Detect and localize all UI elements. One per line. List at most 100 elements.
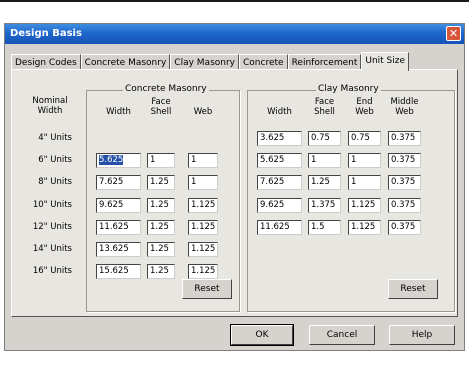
concrete-value-field[interactable]: 1.125 [188, 220, 218, 235]
clay-value-field[interactable]: 1 [348, 175, 381, 190]
close-icon[interactable]: ✕ [446, 26, 461, 41]
concrete-value-field[interactable]: 5.625 [96, 153, 141, 168]
concrete-value-field[interactable]: 1.25 [147, 198, 175, 213]
clay-value-field[interactable]: 11.625 [257, 220, 302, 235]
clay-value-field[interactable]: 1 [308, 153, 341, 168]
concrete-value-field[interactable]: 13.625 [96, 242, 141, 257]
tab-unit-size[interactable]: Unit Size [361, 52, 410, 71]
cancel-button[interactable]: Cancel [309, 325, 375, 345]
clay-value-field[interactable]: 0.375 [388, 153, 421, 168]
clay-value-field[interactable]: 0.375 [388, 198, 421, 213]
clay-value-field[interactable]: 7.625 [257, 175, 302, 190]
clay-column-header: Face Shell [314, 97, 335, 117]
nominal-width-header: Nominal Width [32, 96, 68, 116]
field-value: 1.125 [351, 200, 376, 210]
field-value: 1.25 [150, 244, 169, 254]
clay-value-field[interactable]: 1 [348, 153, 381, 168]
field-value: 1.25 [150, 177, 169, 187]
field-value: 1.5 [311, 222, 325, 232]
clay-reset-button[interactable]: Reset [388, 279, 438, 299]
clay-value-field[interactable]: 1.125 [348, 220, 381, 235]
field-value: 1.125 [191, 200, 216, 210]
concrete-column-header: Web [193, 107, 213, 117]
field-value: 1 [191, 155, 197, 165]
row-label: 16" Units [32, 266, 72, 276]
clay-column-header: Width [267, 107, 292, 117]
concrete-value-field[interactable]: 9.625 [96, 198, 141, 213]
field-value: 7.625 [260, 177, 285, 187]
ok-button[interactable]: OK [230, 324, 294, 346]
field-value: 0.375 [391, 200, 416, 210]
concrete-value-field[interactable]: 1.25 [147, 220, 175, 235]
concrete-value-field[interactable]: 15.625 [96, 264, 141, 279]
clay-value-field[interactable]: 1.25 [308, 175, 341, 190]
concrete-value-field[interactable]: 1.25 [147, 175, 175, 190]
help-button[interactable]: Help [389, 325, 455, 345]
concrete-value-field[interactable]: 11.625 [96, 220, 141, 235]
field-value: 9.625 [99, 200, 124, 210]
field-value: 1.125 [351, 222, 376, 232]
clay-value-field[interactable]: 1.125 [348, 198, 381, 213]
field-value: 1 [351, 155, 357, 165]
field-value: 1 [351, 177, 357, 187]
row-label: 14" Units [32, 244, 72, 254]
clay-value-field[interactable]: 9.625 [257, 198, 302, 213]
row-label: 10" Units [32, 200, 72, 210]
concrete-value-field[interactable]: 1 [147, 153, 175, 168]
row-label: 8" Units [38, 177, 72, 187]
concrete-value-field[interactable]: 7.625 [96, 175, 141, 190]
clay-value-field[interactable]: 0.75 [308, 131, 341, 146]
field-value: 1.25 [150, 222, 169, 232]
concrete-masonry-title: Concrete Masonry [123, 84, 209, 94]
field-value: 13.625 [99, 244, 129, 254]
concrete-reset-button[interactable]: Reset [182, 279, 232, 299]
title-bar[interactable]: Design Basis ✕ [5, 24, 464, 44]
field-value: 7.625 [99, 177, 124, 187]
clay-value-field[interactable]: 5.625 [257, 153, 302, 168]
field-value: 1.25 [150, 200, 169, 210]
concrete-column-header: Face Shell [150, 97, 172, 117]
window-title: Design Basis [10, 28, 82, 39]
concrete-value-field[interactable]: 1 [188, 153, 218, 168]
clay-value-field[interactable]: 1.5 [308, 220, 341, 235]
field-value: 5.625 [99, 155, 124, 165]
concrete-value-field[interactable]: 1.125 [188, 198, 218, 213]
design-basis-dialog: Design Basis ✕ Design Codes Concrete Mas… [4, 23, 465, 351]
field-value: 0.375 [391, 155, 416, 165]
clay-value-field[interactable]: 0.375 [388, 220, 421, 235]
tab-strip: Design Codes Concrete Masonry Clay Mason… [11, 52, 410, 71]
field-value: 1 [150, 155, 156, 165]
field-value: 0.75 [311, 133, 330, 143]
clay-column-header: Middle Web [390, 97, 419, 117]
row-label: 6" Units [38, 155, 72, 165]
field-value: 1.125 [191, 244, 216, 254]
unit-size-panel: Nominal Width 4" Units 6" Units 8" Units 10… [11, 69, 458, 317]
field-value: 1.375 [311, 200, 336, 210]
field-value: 9.625 [260, 200, 285, 210]
clay-value-field[interactable]: 0.375 [388, 175, 421, 190]
row-label: 4" Units [38, 133, 72, 143]
field-value: 5.625 [260, 155, 285, 165]
concrete-value-field[interactable]: 1.125 [188, 242, 218, 257]
field-value: 1.25 [150, 266, 169, 276]
top-divider [0, 0, 469, 2]
concrete-value-field[interactable]: 1.125 [188, 264, 218, 279]
concrete-value-field[interactable]: 1.25 [147, 264, 175, 279]
clay-value-field[interactable]: 0.375 [388, 131, 421, 146]
row-label: 12" Units [32, 222, 72, 232]
clay-value-field[interactable]: 3.625 [257, 131, 302, 146]
field-value: 0.75 [351, 133, 370, 143]
clay-value-field[interactable]: 1.375 [308, 198, 341, 213]
field-value: 1 [311, 155, 317, 165]
field-value: 1.25 [311, 177, 330, 187]
field-value: 1.125 [191, 266, 216, 276]
field-value: 11.625 [260, 222, 290, 232]
field-value: 11.625 [99, 222, 129, 232]
concrete-value-field[interactable]: 1 [188, 175, 218, 190]
concrete-column-header: Width [106, 107, 131, 117]
clay-column-header: End Web [355, 97, 374, 117]
field-value: 3.625 [260, 133, 285, 143]
field-value: 1.125 [191, 222, 216, 232]
clay-value-field[interactable]: 0.75 [348, 131, 381, 146]
concrete-value-field[interactable]: 1.25 [147, 242, 175, 257]
